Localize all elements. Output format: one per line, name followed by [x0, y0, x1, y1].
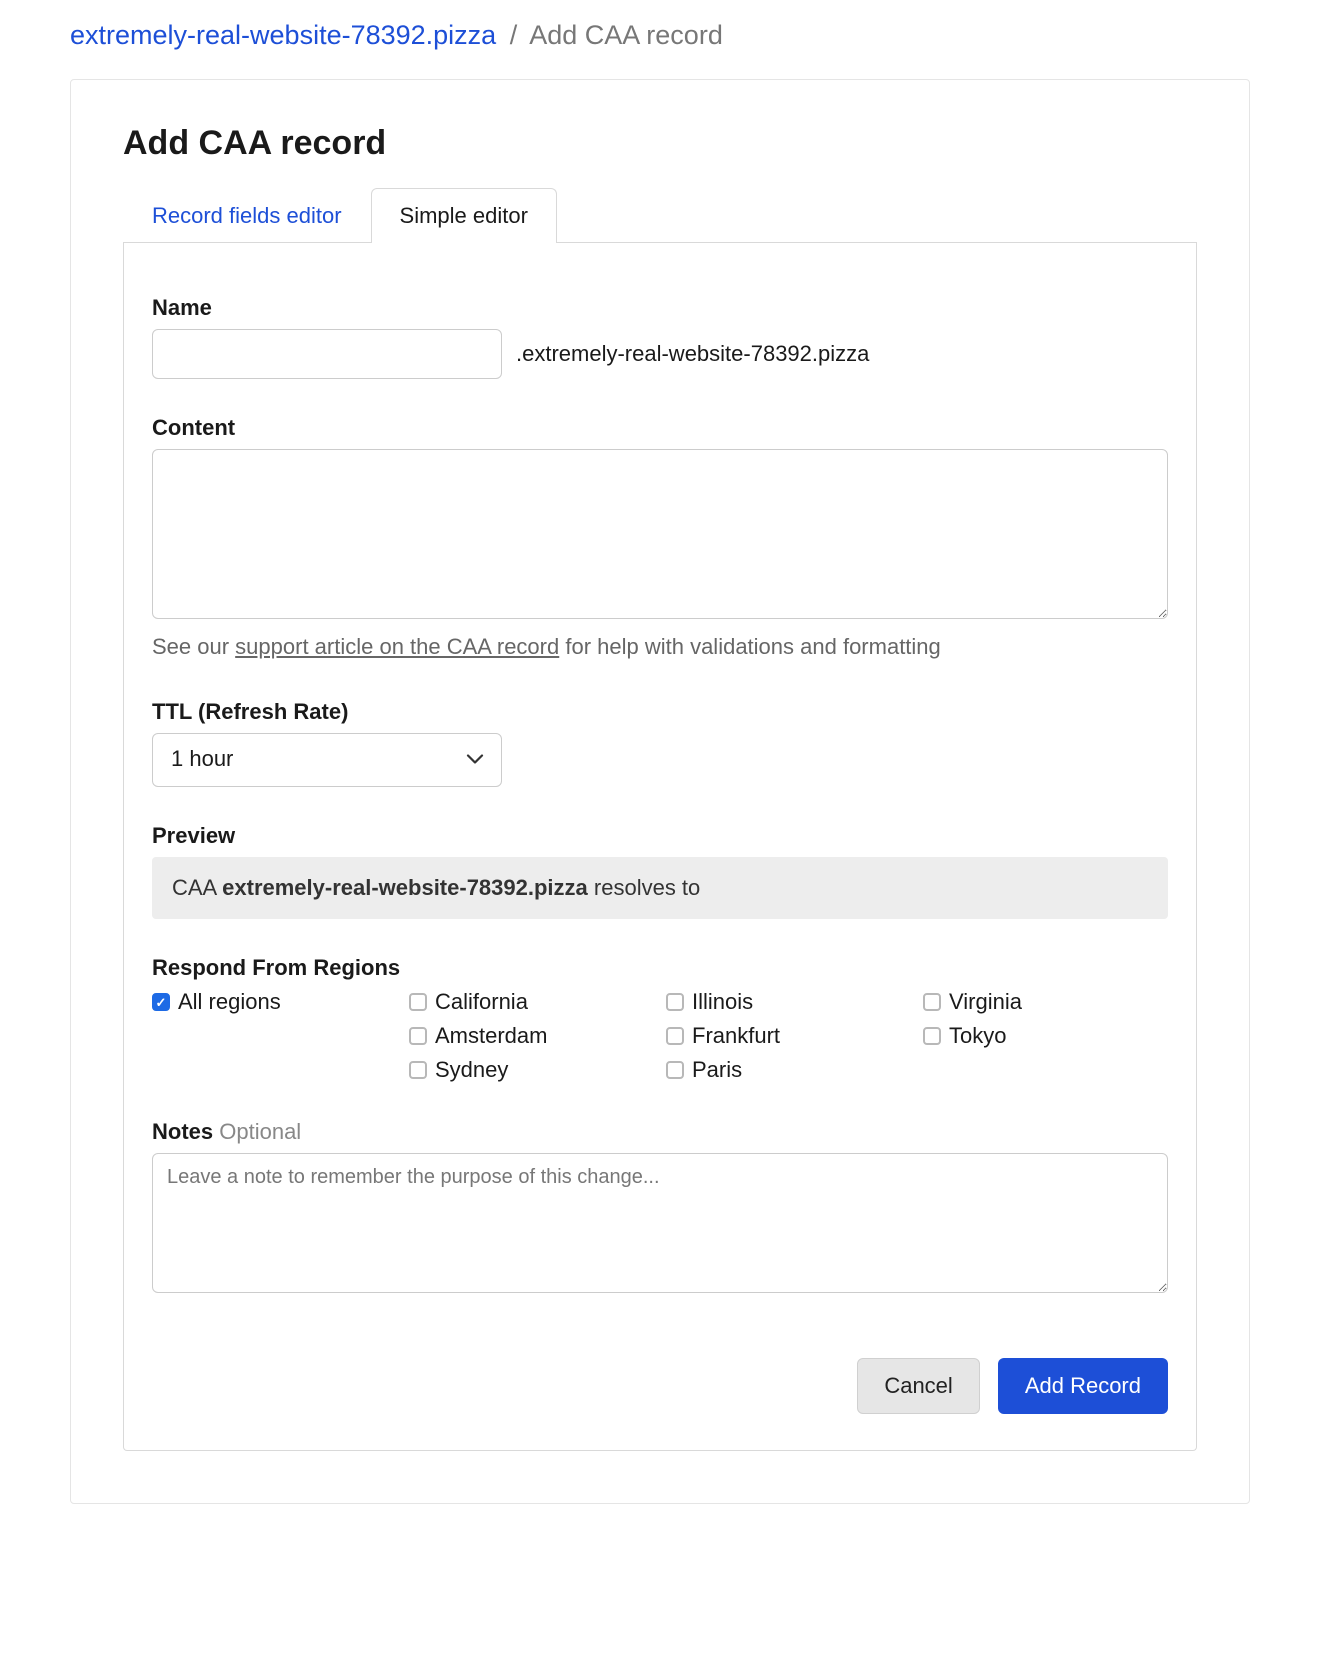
region-label: Virginia: [949, 989, 1022, 1015]
region-label: Frankfurt: [692, 1023, 780, 1049]
region-item: Tokyo: [923, 1023, 1168, 1049]
tab-simple-editor[interactable]: Simple editor: [371, 188, 557, 243]
field-content: Content See our support article on the C…: [152, 415, 1168, 663]
notes-optional: Optional: [219, 1119, 301, 1144]
region-item: [152, 1057, 397, 1083]
field-regions: Respond From Regions All regions Californ…: [152, 955, 1168, 1083]
content-help-post: for help with validations and formatting: [559, 634, 941, 659]
field-preview: Preview CAA extremely-real-website-78392…: [152, 823, 1168, 919]
region-checkbox[interactable]: [409, 993, 427, 1011]
region-checkbox[interactable]: [409, 1027, 427, 1045]
breadcrumb-domain-link[interactable]: extremely-real-website-78392.pizza: [70, 20, 496, 50]
region-checkbox[interactable]: [923, 993, 941, 1011]
field-name: Name .extremely-real-website-78392.pizza: [152, 295, 1168, 379]
region-item: Virginia: [923, 989, 1168, 1015]
region-item: Sydney: [409, 1057, 654, 1083]
region-label: Illinois: [692, 989, 753, 1015]
form-card: Add CAA record Record fields editor Simp…: [70, 79, 1250, 1504]
page-title: Add CAA record: [123, 124, 1197, 163]
preview-box: CAA extremely-real-website-78392.pizza r…: [152, 857, 1168, 919]
region-label: California: [435, 989, 528, 1015]
field-notes: Notes Optional: [152, 1119, 1168, 1298]
region-checkbox[interactable]: [152, 993, 170, 1011]
form-actions: Cancel Add Record: [152, 1358, 1168, 1414]
ttl-select[interactable]: 1 hour: [152, 733, 502, 787]
name-label: Name: [152, 295, 1168, 321]
region-item: [923, 1057, 1168, 1083]
region-label: All regions: [178, 989, 281, 1015]
editor-tabs: Record fields editor Simple editor: [123, 187, 1197, 243]
regions-grid: All regions California Illinois Virginia Ams…: [152, 989, 1168, 1083]
region-label: Sydney: [435, 1057, 508, 1083]
region-checkbox[interactable]: [923, 1027, 941, 1045]
region-checkbox[interactable]: [666, 1061, 684, 1079]
region-item: [152, 1023, 397, 1049]
region-item: California: [409, 989, 654, 1015]
preview-domain: extremely-real-website-78392.pizza: [222, 875, 588, 900]
region-label: Tokyo: [949, 1023, 1006, 1049]
breadcrumb-separator: /: [510, 20, 518, 50]
add-record-button[interactable]: Add Record: [998, 1358, 1168, 1414]
content-help-text: See our support article on the CAA recor…: [152, 630, 1168, 663]
preview-prefix: CAA: [172, 875, 222, 900]
regions-label: Respond From Regions: [152, 955, 1168, 981]
cancel-button[interactable]: Cancel: [857, 1358, 979, 1414]
name-input[interactable]: [152, 329, 502, 379]
region-checkbox[interactable]: [666, 1027, 684, 1045]
breadcrumb: extremely-real-website-78392.pizza / Add…: [70, 20, 1250, 51]
region-checkbox[interactable]: [666, 993, 684, 1011]
support-article-link[interactable]: support article on the CAA record: [235, 634, 559, 659]
content-label: Content: [152, 415, 1168, 441]
region-label: Paris: [692, 1057, 742, 1083]
content-help-pre: See our: [152, 634, 235, 659]
breadcrumb-current: Add CAA record: [529, 20, 723, 50]
field-ttl: TTL (Refresh Rate) 1 hour: [152, 699, 1168, 787]
content-input[interactable]: [152, 449, 1168, 619]
preview-suffix: resolves to: [588, 875, 701, 900]
preview-label: Preview: [152, 823, 1168, 849]
region-item: Illinois: [666, 989, 911, 1015]
region-label: Amsterdam: [435, 1023, 547, 1049]
name-domain-suffix: .extremely-real-website-78392.pizza: [516, 341, 869, 367]
region-item: Amsterdam: [409, 1023, 654, 1049]
form-panel: Name .extremely-real-website-78392.pizza…: [123, 243, 1197, 1451]
notes-label: Notes Optional: [152, 1119, 1168, 1145]
tab-record-fields-editor[interactable]: Record fields editor: [123, 188, 371, 243]
notes-input[interactable]: [152, 1153, 1168, 1293]
region-item: Frankfurt: [666, 1023, 911, 1049]
ttl-label: TTL (Refresh Rate): [152, 699, 1168, 725]
region-item: All regions: [152, 989, 397, 1015]
region-item: Paris: [666, 1057, 911, 1083]
region-checkbox[interactable]: [409, 1061, 427, 1079]
